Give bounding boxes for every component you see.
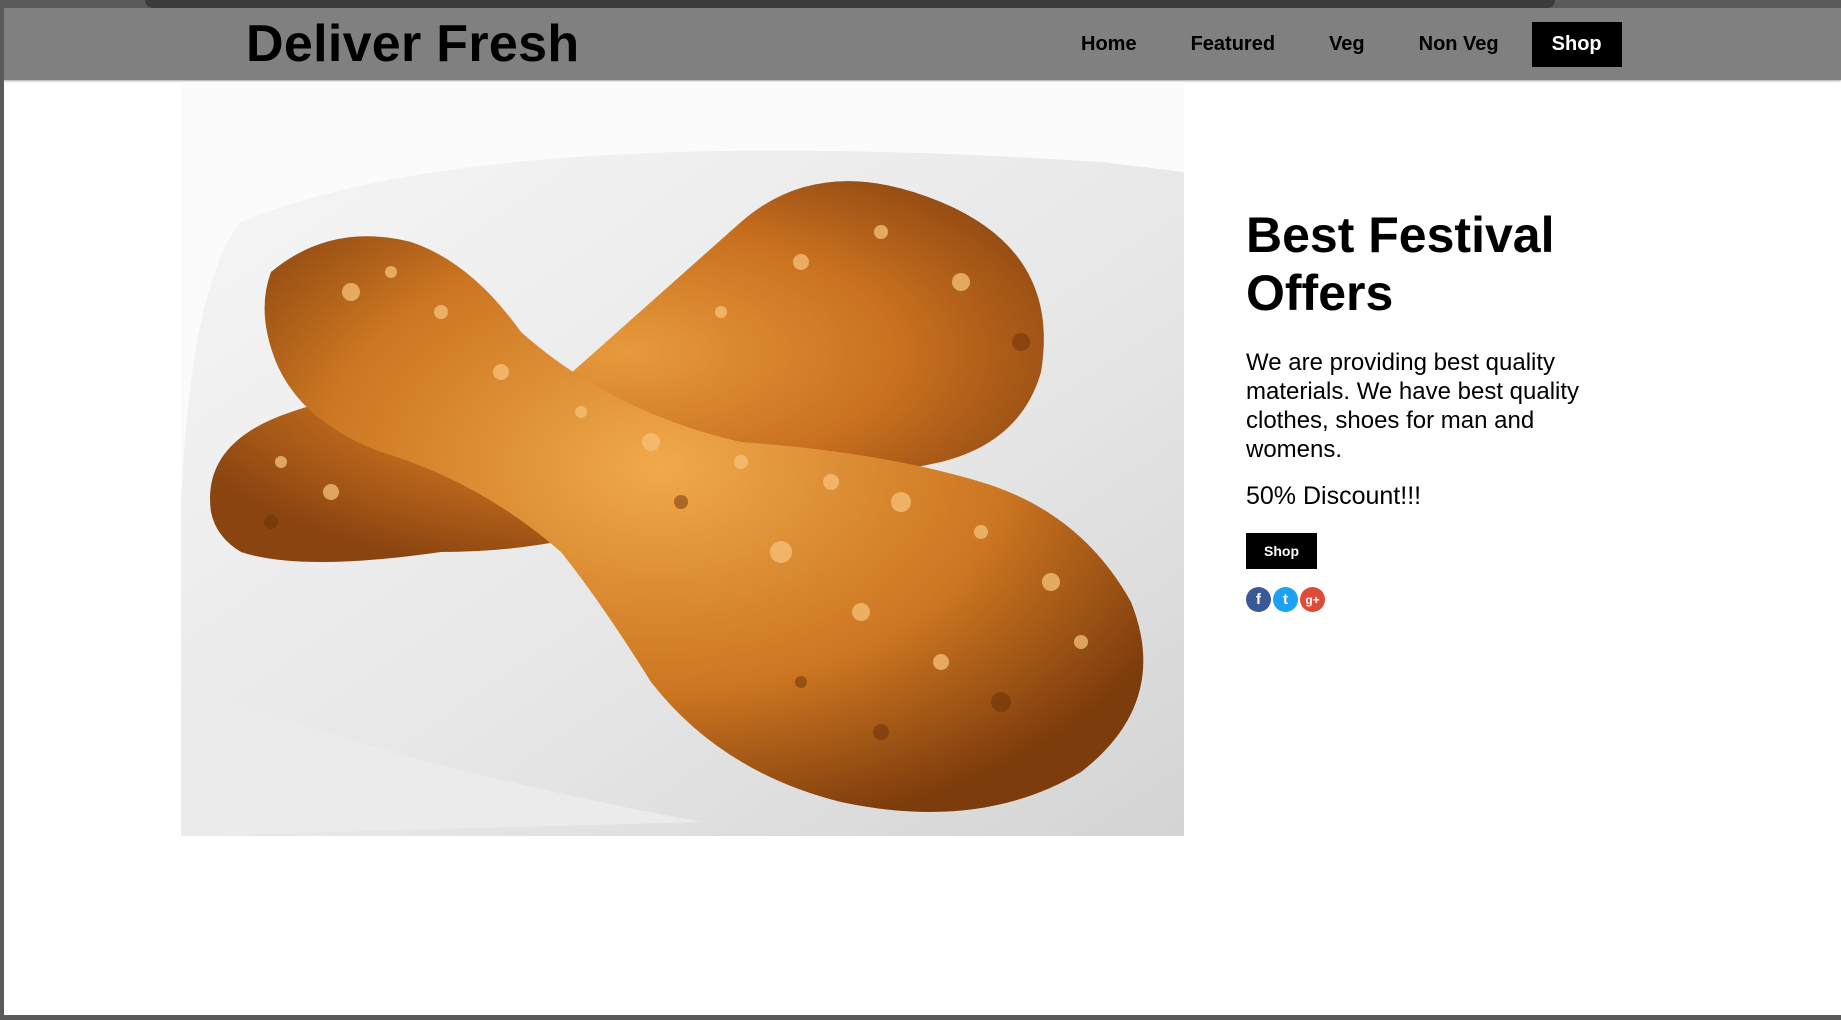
brand-logo[interactable]: Deliver Fresh [246,14,579,74]
nav-home[interactable]: Home [1054,22,1164,67]
facebook-icon[interactable]: f [1246,587,1271,612]
web-page: Deliver Fresh Home Featured Veg Non Veg … [4,8,1841,1015]
google-plus-icon[interactable]: g+ [1300,587,1325,612]
nav-non-veg[interactable]: Non Veg [1392,22,1526,67]
fried-chicken-image [181,82,1184,836]
social-links: f t g+ [1246,587,1626,612]
nav-featured[interactable]: Featured [1164,22,1302,67]
twitter-icon[interactable]: t [1273,587,1298,612]
window-top-bar [145,0,1555,8]
offer-title: Best Festival Offers [1246,207,1555,321]
nav-veg[interactable]: Veg [1302,22,1392,67]
site-header: Deliver Fresh Home Featured Veg Non Veg … [4,8,1841,80]
window-bottom-bar [0,1015,1841,1020]
offer-description: We are providing best quality materials.… [1246,349,1580,463]
hero-image [181,82,1184,836]
nav-shop[interactable]: Shop [1531,22,1622,67]
offer-discount: 50% Discount!!! [1246,482,1422,510]
offer-panel: Best Festival Offers We are providing be… [1246,206,1626,612]
shop-button[interactable]: Shop [1246,533,1317,569]
main-nav: Home Featured Veg Non Veg Shop [1054,22,1622,67]
